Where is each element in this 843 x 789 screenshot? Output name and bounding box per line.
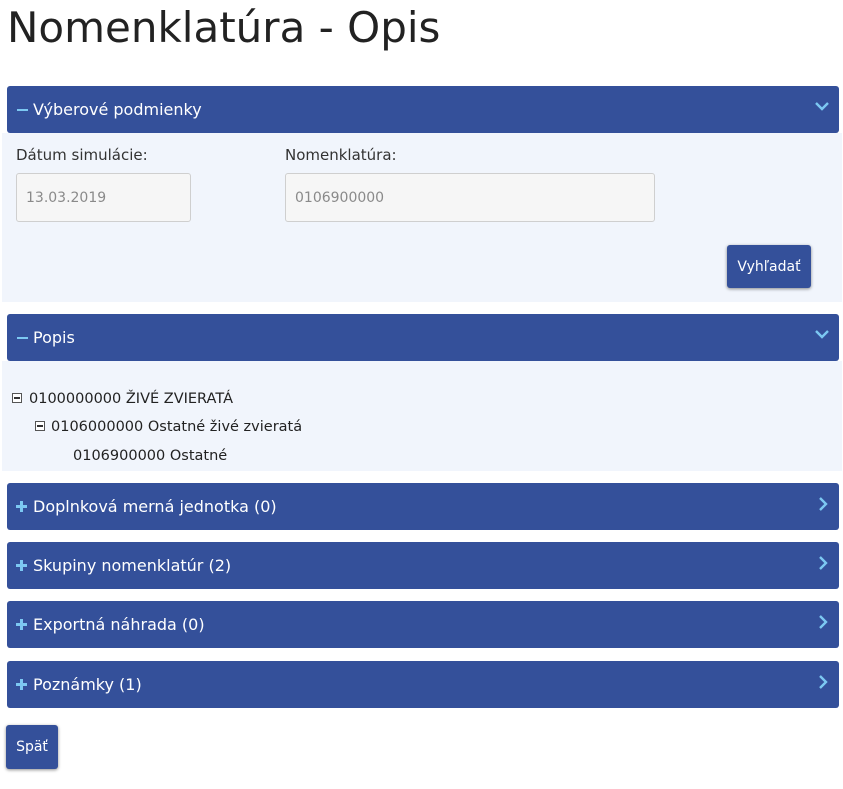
minus-icon bbox=[17, 337, 28, 339]
section-header-export-refund[interactable]: Exportná náhrada (0) bbox=[7, 601, 839, 648]
date-label: Dátum simulácie: bbox=[16, 146, 148, 164]
section-title: Exportná náhrada (0) bbox=[33, 615, 205, 634]
chevron-down-icon bbox=[815, 102, 829, 111]
description-panel-body: 0100000000 ŽIVÉ ZVIERATÁ 0106000000 Osta… bbox=[2, 361, 842, 471]
tree-item-level-0[interactable]: 0100000000 ŽIVÉ ZVIERATÁ bbox=[29, 389, 233, 409]
chevron-right-icon bbox=[819, 675, 828, 689]
section-title: Doplnková merná jednotka (0) bbox=[33, 497, 277, 516]
section-title: Poznámky (1) bbox=[33, 675, 142, 694]
plus-icon bbox=[16, 560, 27, 571]
section-title: Skupiny nomenklatúr (2) bbox=[33, 556, 232, 575]
plus-icon bbox=[16, 501, 27, 512]
criteria-panel-body: Dátum simulácie: Nomenklatúra: Vyhľadať bbox=[2, 133, 842, 302]
search-button[interactable]: Vyhľadať bbox=[727, 245, 811, 288]
section-header-notes[interactable]: Poznámky (1) bbox=[7, 661, 839, 708]
nomenclature-input[interactable] bbox=[285, 173, 655, 222]
criteria-panel-title: Výberové podmienky bbox=[33, 100, 202, 119]
chevron-right-icon bbox=[819, 556, 828, 570]
section-header-nomenclature-groups[interactable]: Skupiny nomenklatúr (2) bbox=[7, 542, 839, 589]
tree-item-level-1[interactable]: 0106000000 Ostatné živé zvieratá bbox=[51, 417, 302, 437]
tree-minus-icon[interactable] bbox=[12, 393, 22, 403]
back-button[interactable]: Späť bbox=[6, 725, 58, 769]
plus-icon bbox=[16, 679, 27, 690]
chevron-down-icon bbox=[815, 330, 829, 339]
chevron-right-icon bbox=[819, 615, 828, 629]
tree-minus-icon[interactable] bbox=[35, 421, 45, 431]
section-header-supplementary-unit[interactable]: Doplnková merná jednotka (0) bbox=[7, 483, 839, 530]
plus-icon bbox=[16, 619, 27, 630]
date-input[interactable] bbox=[16, 173, 191, 222]
minus-icon bbox=[17, 109, 28, 111]
description-panel-title: Popis bbox=[33, 328, 75, 347]
description-panel-header[interactable]: Popis bbox=[7, 314, 839, 361]
criteria-panel-header[interactable]: Výberové podmienky bbox=[7, 86, 839, 133]
tree-item-level-2[interactable]: 0106900000 Ostatné bbox=[73, 446, 227, 466]
page-title: Nomenklatúra - Opis bbox=[7, 3, 441, 52]
chevron-right-icon bbox=[819, 497, 828, 511]
nomenclature-label: Nomenklatúra: bbox=[285, 146, 397, 164]
